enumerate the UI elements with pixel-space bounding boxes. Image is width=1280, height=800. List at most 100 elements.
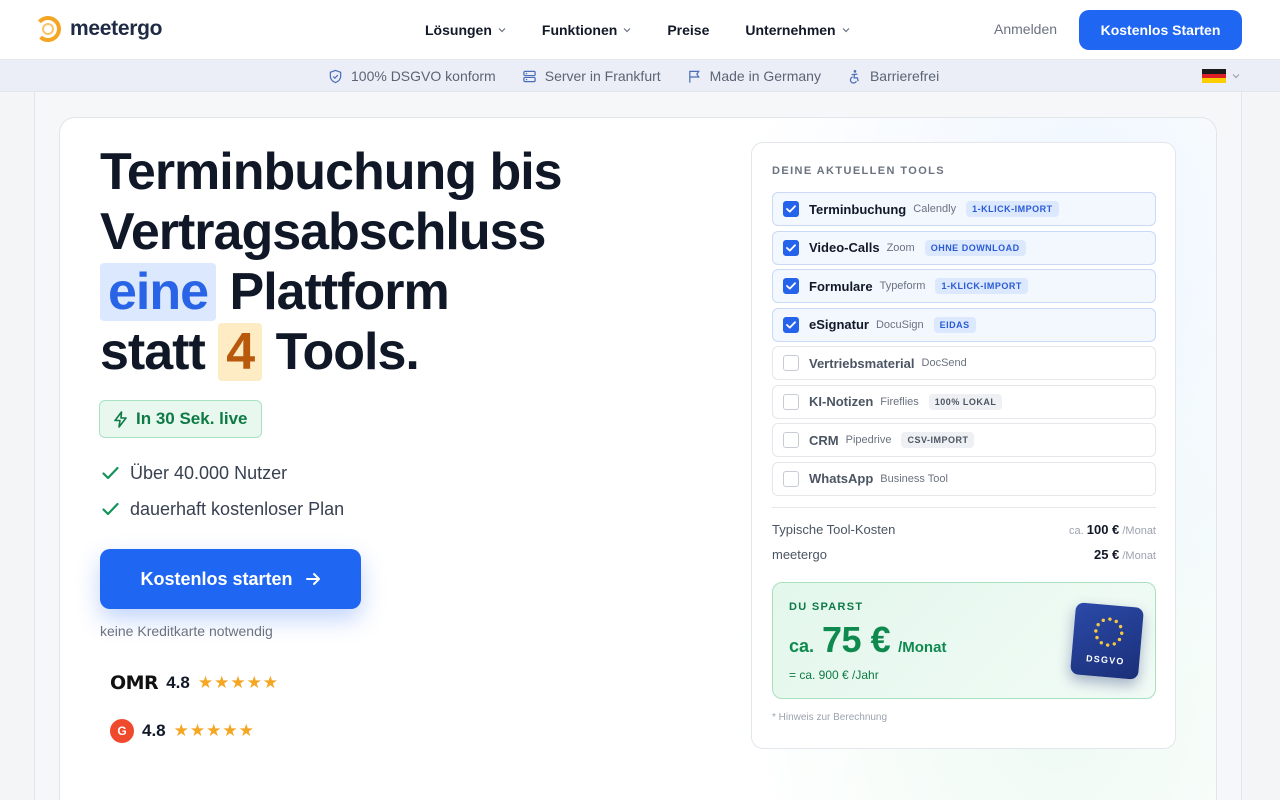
nav-item-label: Unternehmen — [745, 22, 836, 38]
cta-label: Kostenlos starten — [140, 568, 293, 589]
checkmark-icon — [786, 282, 796, 290]
tool-option-ki-notizen[interactable]: KI-Notizen Fireflies 100% LOKAL — [772, 384, 1156, 419]
meetergo-logo[interactable]: meetergo — [34, 15, 162, 43]
tool-name: CRM — [809, 432, 839, 448]
card-title: DEINE AKTUELLEN TOOLS — [772, 165, 946, 177]
checkbox-checked-icon[interactable] — [783, 201, 799, 217]
checkmark-icon — [786, 205, 796, 213]
tool-option-esignatur[interactable]: eSignatur DocuSign EIDAS — [772, 307, 1156, 342]
nav-item-label: Lösungen — [425, 22, 492, 38]
checkmark-icon — [102, 502, 119, 516]
tool-name: Vertriebsmaterial — [809, 355, 915, 371]
logo-text: meetergo — [70, 17, 163, 40]
benefit-label: dauerhaft kostenloser Plan — [130, 498, 345, 519]
dsgvo-seal-icon: DSGVO — [1069, 602, 1145, 680]
accessibility-icon — [849, 69, 859, 84]
cost-value: ca. 100 € /Monat — [1069, 522, 1156, 537]
cost-row-typical: Typische Tool-Kosten ca. 100 € /Monat — [772, 522, 1156, 537]
checkmark-icon — [102, 466, 119, 480]
cost-unit: /Monat — [1122, 550, 1156, 562]
nav-item-unternehmen[interactable]: Unternehmen — [745, 22, 850, 38]
checkbox-unchecked-icon[interactable] — [783, 470, 799, 487]
divider — [772, 507, 1156, 508]
trust-item-dsgvo: 100% DSGVO konform — [328, 68, 496, 84]
tool-provider: DocuSign — [875, 318, 924, 331]
trust-item-germany: Made in Germany — [687, 68, 821, 84]
savings-label: DU SPARST — [789, 601, 864, 613]
benefit-label: Über 40.000 Nutzer — [130, 462, 288, 483]
benefit-item: Über 40.000 Nutzer — [102, 455, 344, 491]
chevron-down-icon — [498, 28, 506, 33]
german-flag-icon — [1202, 69, 1226, 84]
trust-item-accessible: Barrierefrei — [847, 68, 939, 84]
headline-line-3: eine Plattform — [100, 262, 562, 322]
rating-g2: G 4.8 ★★★★★ — [110, 719, 255, 743]
nav-item-label: Funktionen — [541, 22, 618, 38]
hero-headline: Terminbuchung bis Vertragsabschluss eine… — [100, 142, 563, 382]
trust-item-label: 100% DSGVO konform — [351, 68, 496, 84]
headline-text: Plattform — [216, 263, 450, 321]
tool-tag: CSV-IMPORT — [901, 432, 975, 448]
headline-line-4: statt 4 Tools. — [100, 322, 562, 382]
tool-option-vertriebsmaterial[interactable]: Vertriebsmaterial DocSend — [772, 346, 1156, 380]
checkmark-icon — [786, 243, 796, 251]
nav-item-funktionen[interactable]: Funktionen — [542, 22, 631, 38]
checkbox-checked-icon[interactable] — [783, 316, 799, 333]
checkbox-unchecked-icon[interactable] — [783, 432, 799, 448]
login-link[interactable]: Anmelden — [994, 21, 1057, 37]
rating-score: 4.8 — [142, 721, 166, 740]
tool-option-crm[interactable]: CRM Pipedrive CSV-IMPORT — [772, 423, 1156, 457]
headline-highlight-4: 4 — [218, 323, 263, 381]
tool-provider: Pipedrive — [845, 434, 892, 446]
tool-option-terminbuchung[interactable]: Terminbuchung Calendly 1-KLICK-IMPORT — [772, 192, 1156, 226]
lightning-icon — [114, 410, 127, 428]
trust-bar: 100% DSGVO konform Server in Frankfurt M… — [0, 60, 1280, 92]
tool-tag: EIDAS — [933, 316, 976, 333]
tool-option-video-calls[interactable]: Video-Calls Zoom OHNE DOWNLOAD — [772, 230, 1156, 265]
language-switcher[interactable] — [1202, 69, 1240, 84]
nav-item-label: Preise — [667, 22, 710, 38]
tool-name: Formulare — [809, 278, 873, 294]
checkbox-unchecked-icon[interactable] — [783, 393, 799, 410]
cost-label: Typische Tool-Kosten — [772, 522, 896, 537]
checkmark-icon — [786, 320, 796, 328]
rating-omr: OMR 4.8 ★★★★★ — [110, 672, 279, 694]
nav-item-loesungen[interactable]: Lösungen — [425, 22, 506, 38]
headline-line-2: Vertragsabschluss — [100, 203, 546, 261]
tool-tag: OHNE DOWNLOAD — [924, 239, 1026, 256]
tool-provider: Typeform — [879, 280, 926, 292]
tool-tag: 100% LOKAL — [928, 393, 1003, 410]
savings-value: 75 € — [822, 619, 891, 660]
headline-text: statt — [100, 323, 219, 381]
tool-provider: Zoom — [886, 241, 915, 254]
nav-item-preise[interactable]: Preise — [667, 22, 709, 38]
tool-option-formulare[interactable]: Formulare Typeform 1-KLICK-IMPORT — [772, 269, 1156, 303]
cost-amount: 100 € — [1086, 522, 1120, 537]
cost-value: 25 € /Monat — [1094, 547, 1156, 562]
trust-item-label: Made in Germany — [709, 68, 821, 84]
tool-provider: Fireflies — [880, 395, 919, 408]
benefit-item: dauerhaft kostenloser Plan — [102, 491, 344, 527]
start-free-button[interactable]: Kostenlos Starten — [1079, 10, 1242, 50]
rating-score: 4.8 — [166, 673, 190, 692]
flag-icon — [688, 70, 700, 83]
savings-yearly: = ca. 900 € /Jahr — [789, 668, 879, 682]
tool-option-whatsapp[interactable]: WhatsApp Business Tool — [772, 461, 1156, 496]
shield-icon — [329, 69, 342, 83]
checkbox-checked-icon[interactable] — [783, 239, 799, 256]
tool-name: Video-Calls — [809, 240, 880, 255]
tool-name: WhatsApp — [809, 471, 874, 486]
meetergo-logo-icon — [35, 15, 61, 42]
seal-text: DSGVO — [1085, 653, 1125, 667]
savings-unit: /Monat — [898, 639, 947, 656]
checkbox-checked-icon[interactable] — [783, 278, 799, 294]
hero-start-free-button[interactable]: Kostenlos starten — [100, 549, 361, 609]
tool-tag: 1-KLICK-IMPORT — [966, 201, 1059, 217]
headline-text: Tools. — [262, 323, 420, 381]
server-icon — [523, 70, 536, 82]
tool-name: Terminbuchung — [809, 201, 907, 217]
tool-provider: Calendly — [913, 203, 957, 215]
checkbox-unchecked-icon[interactable] — [783, 355, 799, 371]
eu-stars-icon — [1094, 617, 1124, 647]
savings-prefix: ca. — [789, 636, 815, 656]
